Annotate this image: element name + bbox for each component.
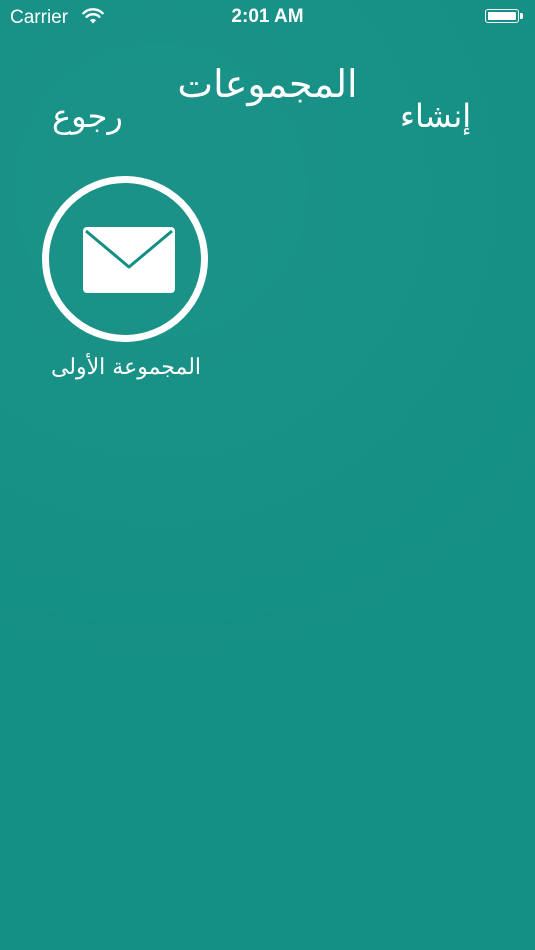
battery-icon [485,9,525,25]
groups-screen: Carrier 2:01 AM المجموعات رجوع إنشاء الم… [0,0,535,950]
group-icon-circle [42,176,208,342]
envelope-icon [83,227,175,293]
create-button[interactable]: إنشاء [400,92,471,140]
back-button[interactable]: رجوع [52,92,123,140]
group-tile[interactable]: المجموعة الأولى [36,176,216,386]
status-time: 2:01 AM [231,6,304,27]
group-label: المجموعة الأولى [50,355,202,380]
status-bar: Carrier 2:01 AM [0,0,535,36]
